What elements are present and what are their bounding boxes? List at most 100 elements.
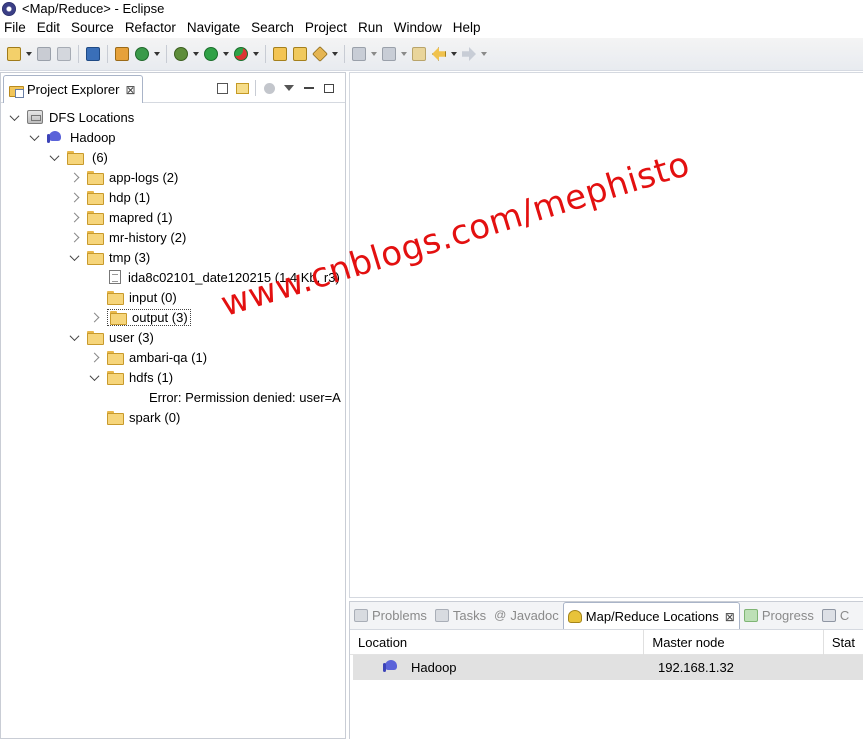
expand-toggle[interactable] [7,110,21,124]
cell-location: Hadoop [353,655,652,680]
tree-item-error[interactable]: Error: Permission denied: user=A [1,387,345,407]
tree-item-app-logs[interactable]: app-logs (2) [1,167,345,187]
expand-toggle[interactable] [87,310,101,324]
next-annotation-button[interactable] [349,43,369,65]
menu-navigate[interactable]: Navigate [182,17,246,38]
new-dropdown[interactable] [24,43,34,65]
tree-item-ambari-qa[interactable]: ambari-qa (1) [1,347,345,367]
menu-file[interactable]: File [0,17,32,38]
last-edit-button[interactable] [409,43,429,65]
folder-icon [107,291,124,305]
menu-edit[interactable]: Edit [32,17,66,38]
monitor-icon [86,47,100,61]
view-menu-button[interactable] [279,79,299,97]
at-sign-icon: @ [494,608,507,622]
tab-project-explorer[interactable]: Project Explorer ⊠ [3,75,143,103]
external-tools-dropdown[interactable] [251,43,261,65]
table-row[interactable]: Hadoop 192.168.1.32 [353,655,863,680]
column-header-master-node[interactable]: Master node [644,629,824,655]
forward-dropdown[interactable] [479,43,489,65]
minimize-button[interactable] [299,79,319,97]
tree-item-label: Hadoop [70,129,116,145]
expand-toggle[interactable] [47,150,61,164]
toolbar-separator [107,45,108,63]
tree-item-file[interactable]: ida8c02101_date120215 (1.4 Kb, r3) [1,267,345,287]
folder-icon [87,171,104,185]
expand-toggle[interactable] [67,230,81,244]
tab-tasks[interactable]: Tasks [431,602,490,629]
tree-item-hadoop[interactable]: Hadoop [1,127,345,147]
open-type-button[interactable] [290,43,310,65]
column-header-location[interactable]: Location [350,629,645,655]
menu-help[interactable]: Help [448,17,487,38]
menu-refactor[interactable]: Refactor [120,17,182,38]
refresh-dropdown[interactable] [152,43,162,65]
link-with-editor-button[interactable] [232,79,252,97]
tree-item-dfs-locations[interactable]: DFS Locations [1,107,345,127]
explorer-tab-row: Project Explorer ⊠ [1,73,345,103]
tree-item-hdfs[interactable]: hdfs (1) [1,367,345,387]
tree-item-mr-history[interactable]: mr-history (2) [1,227,345,247]
tab-console[interactable]: C [818,602,853,629]
column-header-state[interactable]: Stat [824,630,863,655]
close-icon[interactable]: ⊠ [125,83,135,97]
external-tools-button[interactable] [231,43,251,65]
editor-area[interactable] [349,72,863,598]
collapse-all-button[interactable] [212,79,232,97]
new-project-button[interactable] [270,43,290,65]
console-button[interactable] [83,43,103,65]
expand-toggle[interactable] [87,370,101,384]
tree-item-user[interactable]: user (3) [1,327,345,347]
maximize-button[interactable] [319,79,339,97]
next-annotation-dropdown[interactable] [369,43,379,65]
refresh-button[interactable] [132,43,152,65]
prev-annotation-dropdown[interactable] [399,43,409,65]
save-button[interactable] [34,43,54,65]
menu-source[interactable]: Source [66,17,120,38]
project-explorer-icon [9,84,24,98]
menu-search[interactable]: Search [246,17,300,38]
debug-button[interactable] [171,43,191,65]
run-dropdown[interactable] [221,43,231,65]
tree-item-hdp[interactable]: hdp (1) [1,187,345,207]
console-icon [821,609,836,622]
expand-toggle[interactable] [67,250,81,264]
prev-annotation-button[interactable] [379,43,399,65]
expand-toggle[interactable] [67,170,81,184]
open-perspective-button[interactable] [112,43,132,65]
menu-run[interactable]: Run [353,17,389,38]
forward-button[interactable] [459,43,479,65]
tree-item-tmp[interactable]: tmp (3) [1,247,345,267]
tree-item-input[interactable]: input (0) [1,287,345,307]
debug-dropdown[interactable] [191,43,201,65]
project-tree: DFS Locations Hadoop (6) app-logs (2) hd… [1,103,345,427]
expand-toggle[interactable] [67,190,81,204]
tree-item-output[interactable]: output (3) [1,307,345,327]
search-button[interactable] [310,43,330,65]
tree-item-spark[interactable]: spark (0) [1,407,345,427]
view-menu-icon [284,85,294,91]
expand-toggle[interactable] [67,210,81,224]
toolbar-separator [255,80,256,96]
menu-project[interactable]: Project [300,17,353,38]
run-button[interactable] [201,43,221,65]
back-dropdown[interactable] [449,43,459,65]
tree-item-label: (6) [92,149,108,165]
focus-button[interactable] [259,79,279,97]
expand-toggle[interactable] [27,130,41,144]
tree-item-mapred[interactable]: mapred (1) [1,207,345,227]
back-button[interactable] [429,43,449,65]
new-wizard-icon [7,47,21,61]
close-icon[interactable]: ⊠ [725,610,735,624]
expand-toggle[interactable] [87,350,101,364]
tab-progress[interactable]: Progress [740,602,818,629]
new-button[interactable] [4,43,24,65]
menu-window[interactable]: Window [389,17,448,38]
tab-javadoc[interactable]: @ Javadoc [490,602,563,629]
save-all-button[interactable] [54,43,74,65]
tree-item-root-folder[interactable]: (6) [1,147,345,167]
expand-toggle[interactable] [67,330,81,344]
tab-map-reduce-locations[interactable]: Map/Reduce Locations ⊠ [562,602,740,629]
search-dropdown[interactable] [330,43,340,65]
tab-problems[interactable]: Problems [350,602,431,629]
